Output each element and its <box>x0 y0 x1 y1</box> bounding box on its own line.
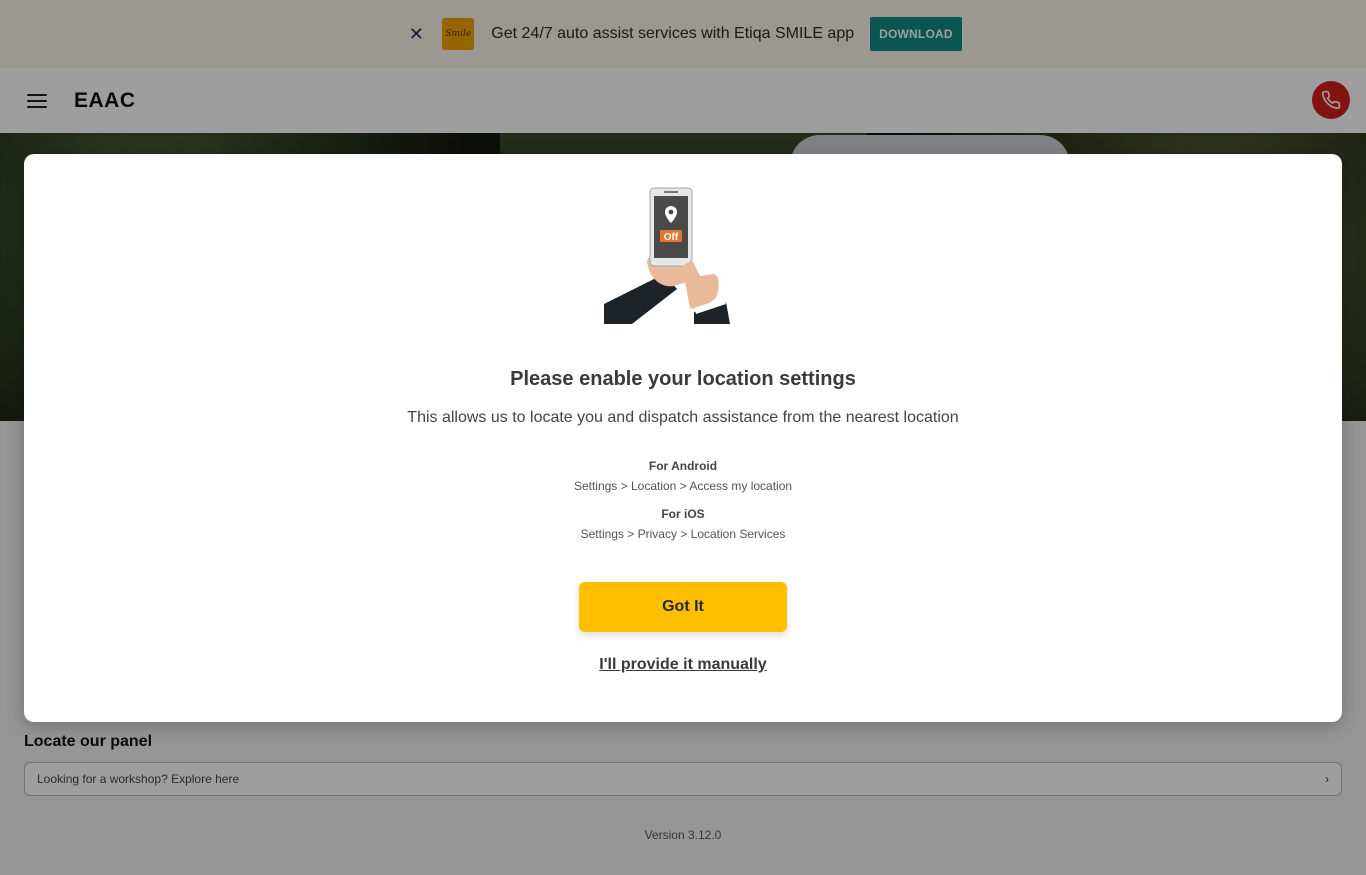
modal-subtitle: This allows us to locate you and dispatc… <box>407 409 959 426</box>
ios-heading: For iOS <box>661 507 705 521</box>
provide-manually-link[interactable]: I'll provide it manually <box>24 656 1342 674</box>
modal-title: Please enable your location settings <box>510 368 856 390</box>
ios-steps: Settings > Privacy > Location Services <box>580 527 786 541</box>
android-steps: Settings > Location > Access my location <box>573 479 793 493</box>
got-it-button[interactable]: Got It <box>579 582 787 632</box>
android-heading: For Android <box>648 459 718 473</box>
location-permission-modal: Off Please enable your location settings… <box>24 154 1342 722</box>
phone-location-off-illustration: Off <box>604 187 730 324</box>
off-badge: Off <box>664 232 679 243</box>
